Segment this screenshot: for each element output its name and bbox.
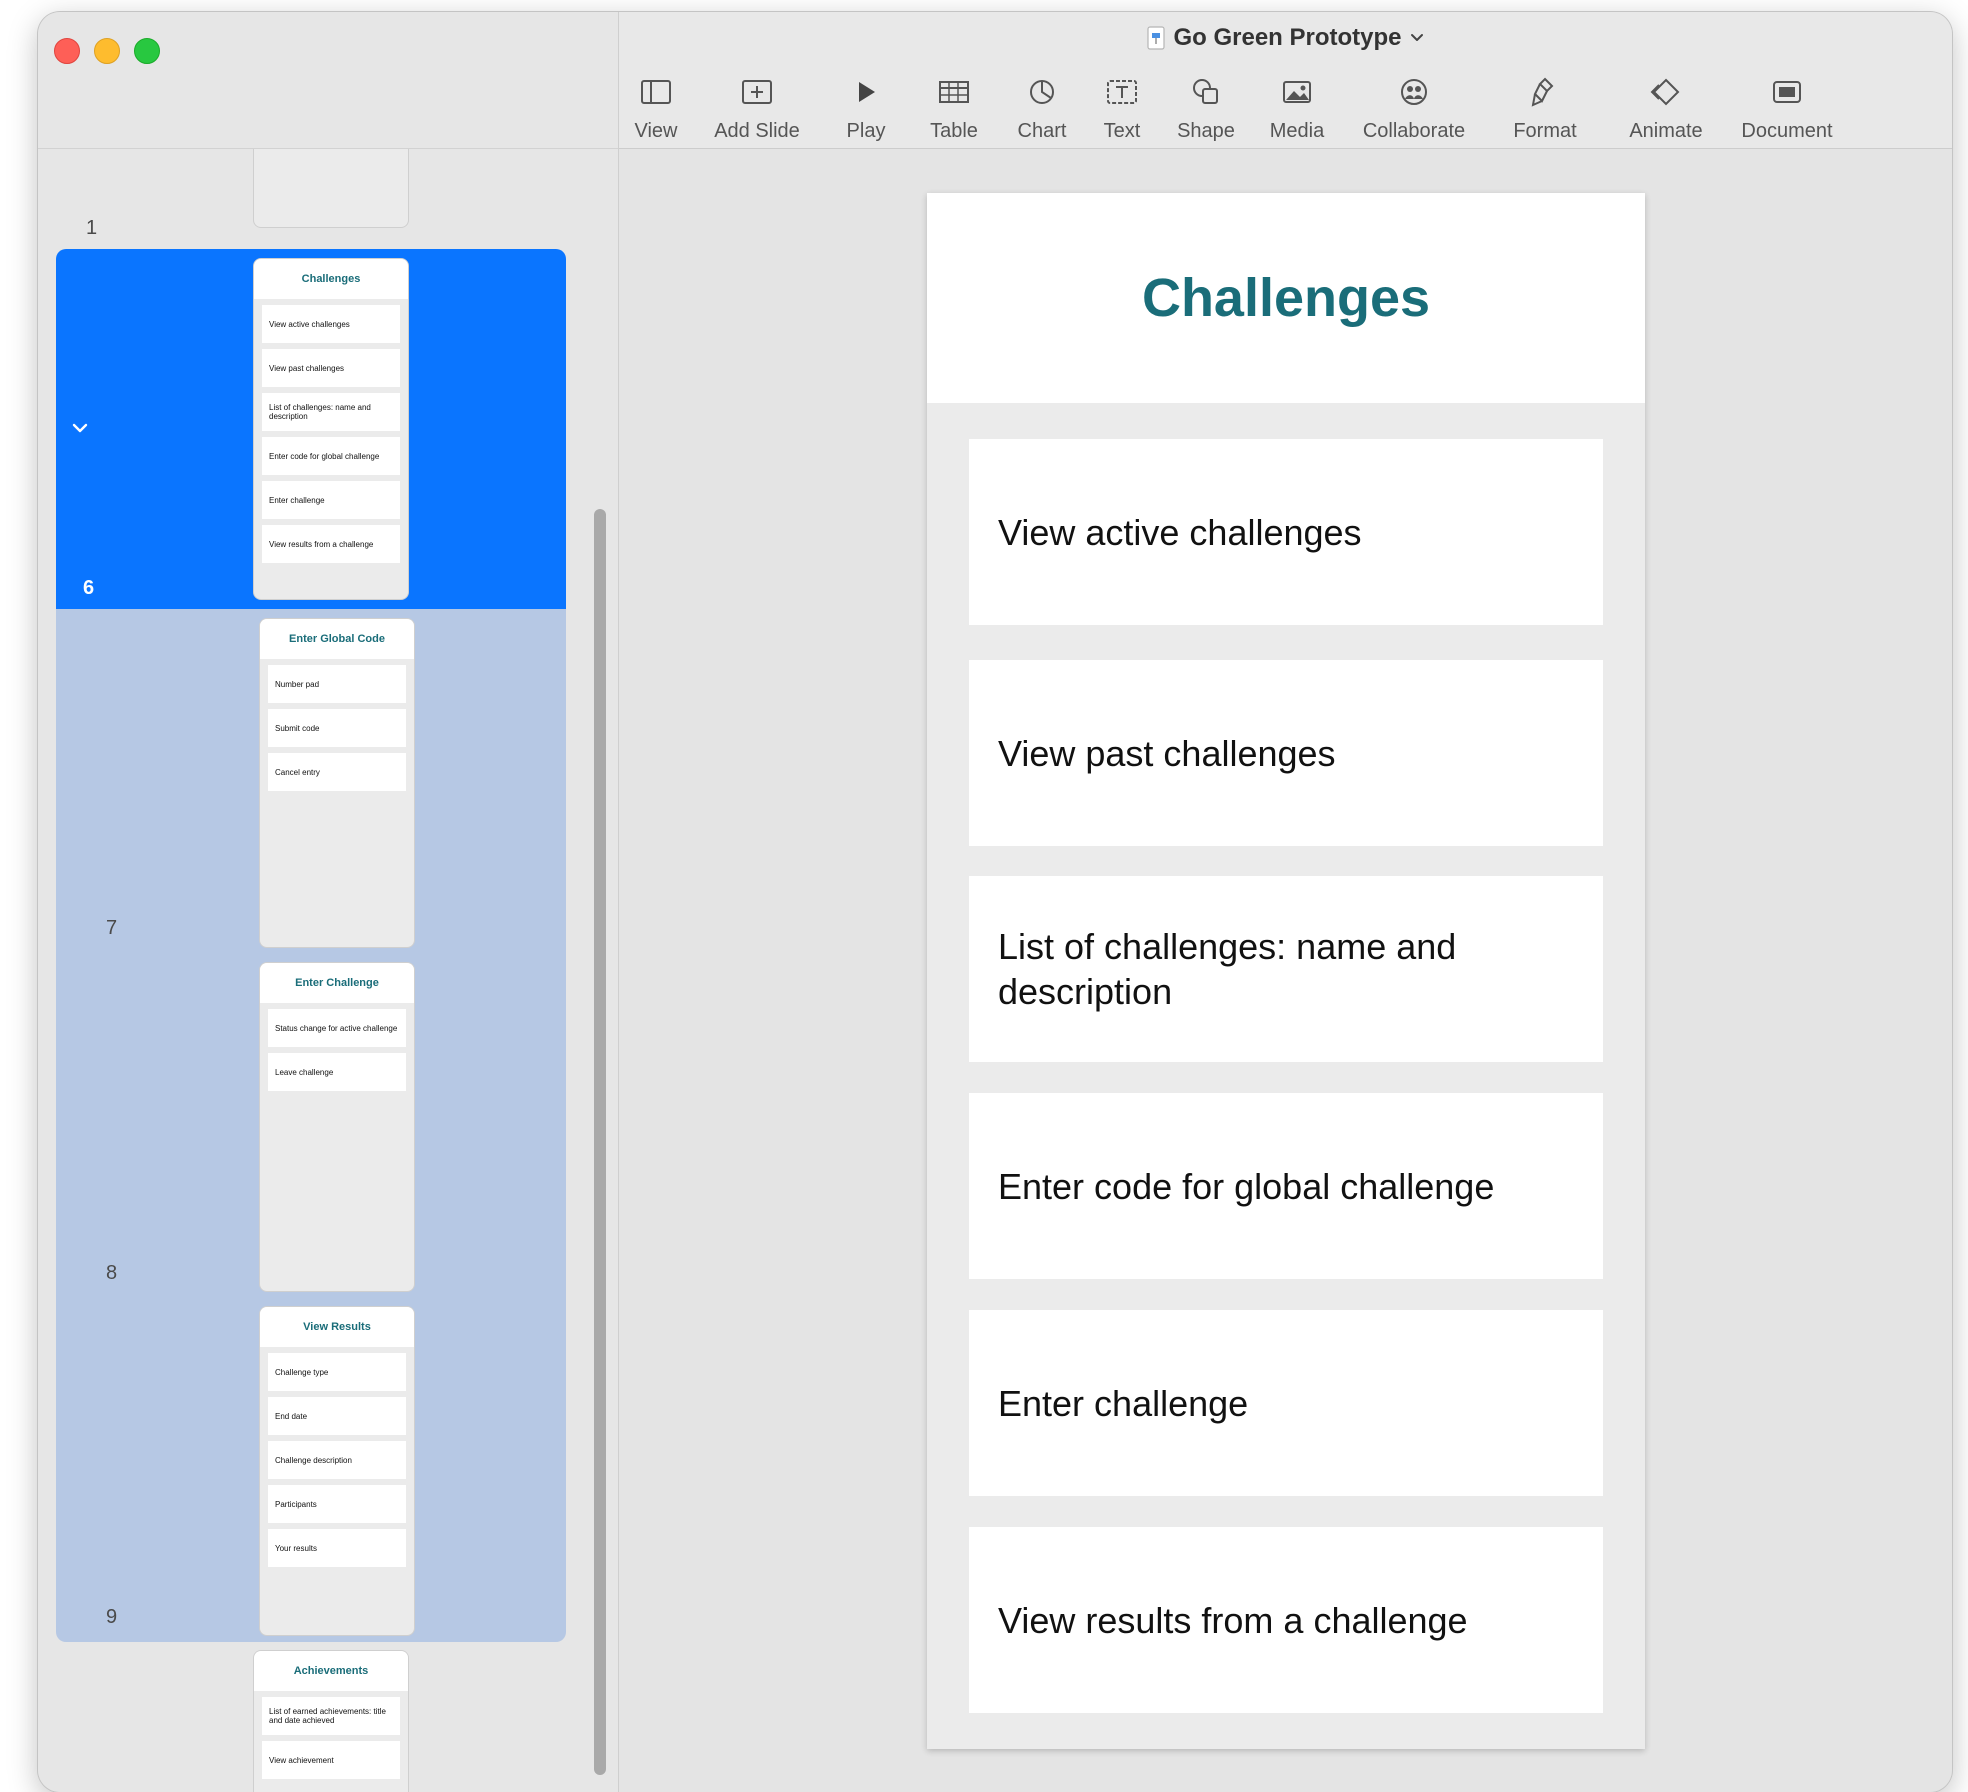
zoom-button[interactable] <box>134 38 160 64</box>
document-title[interactable]: Go Green Prototype <box>619 24 1952 52</box>
minimize-button[interactable] <box>94 38 120 64</box>
thumbnail-item: Challenge type <box>268 1353 406 1391</box>
chart-label: Chart <box>1017 120 1067 142</box>
thumbnail-title: Enter Global Code <box>260 619 414 659</box>
thumbnail-title: Challenges <box>254 259 408 299</box>
table-button[interactable]: Table <box>919 74 989 143</box>
slide-list[interactable]: 1 6 Challenges View active challenges Vi… <box>38 149 618 1792</box>
animate-label: Animate <box>1629 120 1703 142</box>
play-button[interactable]: Play <box>831 74 901 143</box>
slide-thumbnail[interactable]: Challenges View active challenges View p… <box>254 259 408 599</box>
thumbnail-item: Enter code for global challenge <box>262 437 400 475</box>
thumbnail-title: View Results <box>260 1307 414 1347</box>
slide-thumbnail[interactable] <box>254 149 408 227</box>
thumbnail-item: End date <box>268 1397 406 1435</box>
view-button[interactable]: View <box>616 74 696 143</box>
collaborate-button[interactable]: Collaborate <box>1349 74 1479 143</box>
slide-canvas[interactable]: Challenges View active challenges View p… <box>619 149 1952 1792</box>
slide-title[interactable]: Challenges <box>1142 267 1430 329</box>
animate-icon <box>1650 78 1680 106</box>
slide-text-box[interactable]: List of challenges: name and description <box>969 876 1603 1062</box>
format-brush-icon <box>1531 77 1554 107</box>
thumbnail-item: List of earned achievements: title and d… <box>262 1697 400 1735</box>
slide-number: 7 <box>106 917 118 939</box>
current-slide[interactable]: Challenges View active challenges View p… <box>927 193 1645 1749</box>
slide-text-box[interactable]: View active challenges <box>969 439 1603 625</box>
collaborate-label: Collaborate <box>1362 120 1466 142</box>
chevron-down-icon[interactable] <box>71 419 89 437</box>
slide-thumbnail[interactable]: View Results Challenge type End date Cha… <box>260 1307 414 1635</box>
thumbnail-item: List of challenges: name and description <box>262 393 400 431</box>
shape-label: Shape <box>1177 120 1235 142</box>
slide-number: 8 <box>106 1262 118 1284</box>
chart-icon <box>1030 80 1054 104</box>
play-icon <box>859 82 875 102</box>
toolbar-overflow-button[interactable] <box>1951 74 1952 110</box>
thumbnail-item: Submit code <box>268 709 406 747</box>
slide-text-box[interactable]: View results from a challenge <box>969 1527 1603 1713</box>
sidebar-header <box>38 12 618 149</box>
add-slide-icon <box>742 80 772 104</box>
table-label: Table <box>930 120 978 142</box>
animate-button[interactable]: Animate <box>1616 74 1716 143</box>
play-label: Play <box>846 120 886 142</box>
navigator-scrollbar[interactable] <box>594 509 606 1775</box>
format-button[interactable]: Format <box>1495 74 1595 143</box>
add-slide-label: Add Slide <box>714 120 800 142</box>
slide-thumbnail[interactable]: Enter Challenge Status change for active… <box>260 963 414 1291</box>
thumbnail-item: Number pad <box>268 665 406 703</box>
toolbar: Go Green Prototype View Add Slide Play T… <box>619 12 1952 149</box>
slide-thumbnail[interactable]: Enter Global Code Number pad Submit code… <box>260 619 414 947</box>
keynote-file-icon <box>1147 26 1166 50</box>
add-slide-button[interactable]: Add Slide <box>702 74 812 143</box>
slide-title-area[interactable]: Challenges <box>927 193 1645 403</box>
shape-button[interactable]: Shape <box>1169 74 1243 143</box>
close-button[interactable] <box>54 38 80 64</box>
text-box-icon <box>1107 80 1137 104</box>
thumbnail-item: Leave challenge <box>268 1053 406 1091</box>
slide-text-box[interactable]: Enter challenge <box>969 1310 1603 1496</box>
slide-navigator: 1 6 Challenges View active challenges Vi… <box>38 12 619 1792</box>
window-controls <box>54 38 160 64</box>
thumbnail-item: Challenge description <box>268 1441 406 1479</box>
thumbnail-title: Achievements <box>254 1651 408 1691</box>
media-icon <box>1283 81 1311 103</box>
thumbnail-item: View past challenges <box>262 349 400 387</box>
thumbnail-item: View results from a challenge <box>262 525 400 563</box>
sidebar-view-icon <box>641 80 671 104</box>
thumbnail-title: Enter Challenge <box>260 963 414 1003</box>
text-label: Text <box>1103 120 1141 142</box>
keynote-window: 1 6 Challenges View active challenges Vi… <box>38 12 1952 1792</box>
view-label: View <box>634 120 678 142</box>
slide-number: 9 <box>106 1606 118 1628</box>
thumbnail-item: Status change for active challenge <box>268 1009 406 1047</box>
thumbnail-item: Your results <box>268 1529 406 1567</box>
media-label: Media <box>1269 120 1325 142</box>
slide-number: 1 <box>86 217 98 239</box>
slide-text-box[interactable]: Enter code for global challenge <box>969 1093 1603 1279</box>
slide-thumbnail[interactable]: Achievements List of earned achievements… <box>254 1651 408 1792</box>
text-button[interactable]: Text <box>1087 74 1157 143</box>
document-button[interactable]: Document <box>1732 74 1842 143</box>
thumbnail-item: Enter challenge <box>262 481 400 519</box>
media-button[interactable]: Media <box>1257 74 1337 143</box>
slide-number: 6 <box>83 577 95 599</box>
chart-button[interactable]: Chart <box>1007 74 1077 143</box>
document-title-text: Go Green Prototype <box>1173 24 1402 51</box>
thumbnail-item: Cancel entry <box>268 753 406 791</box>
shape-icon <box>1193 79 1218 104</box>
collaborate-icon <box>1401 79 1427 105</box>
table-icon <box>939 81 969 103</box>
thumbnail-item: Participants <box>268 1485 406 1523</box>
slide-text-box[interactable]: View past challenges <box>969 660 1603 846</box>
format-label: Format <box>1513 120 1577 142</box>
chevron-down-icon <box>1410 34 1423 41</box>
thumbnail-item: View achievement <box>262 1741 400 1779</box>
thumbnail-item: View active challenges <box>262 305 400 343</box>
document-icon <box>1773 81 1801 103</box>
document-label: Document <box>1741 120 1833 142</box>
